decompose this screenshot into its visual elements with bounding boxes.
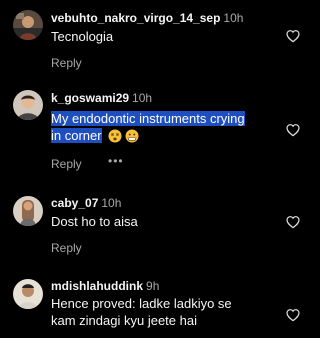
heart-outline-icon[interactable] (285, 214, 301, 230)
selected-text-line[interactable]: in corner (51, 128, 102, 143)
username[interactable]: vebuhto_nakro_virgo_14_sep (51, 11, 220, 25)
timestamp: 10h (101, 196, 122, 210)
heart-outline-icon[interactable] (285, 307, 301, 323)
timestamp: 10h (223, 11, 244, 25)
selected-text-line[interactable]: My endodontic instruments crying (51, 111, 245, 126)
comment-item: mdishlahuddink 9h Hence proved: ladke lad… (0, 268, 312, 338)
comment-meta: caby_07 10h (51, 196, 121, 211)
comment-item: caby_07 10h Dost ho to aisa Reply (0, 180, 312, 268)
comment-meta: vebuhto_nakro_virgo_14_sep 10h (51, 11, 243, 26)
heart-outline-icon[interactable] (285, 122, 301, 138)
comment-item: vebuhto_nakro_virgo_14_sep 10h Tecnologia… (0, 0, 312, 80)
username[interactable]: caby_07 (51, 196, 98, 210)
comment-text: Tecnologia (51, 29, 114, 44)
avatar[interactable] (13, 279, 43, 309)
avatar[interactable] (13, 196, 43, 226)
comment-meta: k_goswami29 10h (51, 91, 152, 106)
reply-button[interactable]: Reply (51, 241, 82, 256)
reply-button[interactable]: Reply (51, 157, 82, 172)
username[interactable]: mdishlahuddink (51, 279, 143, 293)
timestamp: 9h (146, 279, 160, 293)
avatar[interactable] (13, 90, 43, 120)
username[interactable]: k_goswami29 (51, 91, 129, 105)
timestamp: 10h (132, 91, 153, 105)
comment-item: k_goswami29 10h My endodontic instruments… (0, 80, 312, 180)
heart-outline-icon[interactable] (285, 28, 301, 44)
more-options-button[interactable]: ••• (108, 154, 124, 169)
grimacing-emoji (125, 129, 139, 143)
reply-button[interactable]: Reply (51, 56, 82, 71)
comment-text: Hence proved: ladke ladkiyo se kam zinda… (51, 296, 232, 328)
comment-text: Dost ho to aisa (51, 214, 138, 229)
dizzy-face-emoji (108, 129, 122, 143)
avatar[interactable] (13, 10, 43, 40)
comment-text: My endodontic instruments crying in corn… (51, 110, 276, 144)
comment-meta: mdishlahuddink 9h (51, 279, 159, 294)
